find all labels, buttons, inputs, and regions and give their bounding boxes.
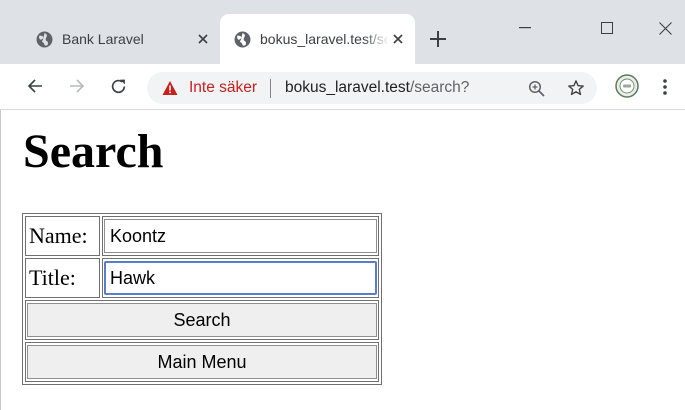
page-title: Search [23,125,164,178]
browser-titlebar: Bank Laravel bokus_laravel.test/search? [0,0,685,64]
tab-title: Bank Laravel [62,31,144,47]
search-form-table: Name: Title: Search Main Menu [22,213,382,385]
main-menu-button-cell: Main Menu [25,342,379,382]
url-host: bokus_laravel.test [285,79,410,96]
close-window-button[interactable] [648,14,682,42]
title-label: Title: [25,258,100,298]
search-button[interactable]: Search [27,303,377,337]
address-separator [270,79,271,98]
close-icon[interactable] [389,30,407,48]
security-status[interactable]: Inte säker [189,79,257,97]
forward-button[interactable] [66,75,88,97]
back-button[interactable] [24,75,46,97]
close-icon[interactable] [194,30,212,48]
name-input[interactable] [104,219,377,253]
title-row: Title: [25,258,379,298]
main-menu-button[interactable]: Main Menu [27,345,377,379]
url-text[interactable]: bokus_laravel.test/search? [285,79,469,97]
url-path: /search? [409,79,470,96]
maximize-icon [601,22,613,34]
close-icon [658,21,672,35]
zoom-icon[interactable] [528,80,545,97]
main-menu-row: Main Menu [25,342,379,382]
tab-title: bokus_laravel.test/search? [260,31,389,47]
browser-toolbar: Inte säker bokus_laravel.test/search? [0,64,685,110]
search-button-cell: Search [25,300,379,340]
name-label: Name: [25,216,100,256]
minimize-button[interactable] [508,14,542,42]
reload-icon [111,79,125,93]
tab-bank-laravel[interactable]: Bank Laravel [22,14,220,64]
extension-avatar-icon[interactable] [615,74,639,98]
minimize-icon [519,27,531,29]
kebab-menu-icon[interactable] [661,77,669,97]
arrow-right-icon [70,79,85,93]
maximize-button[interactable] [590,14,624,42]
star-icon[interactable] [567,79,585,97]
name-input-cell [102,216,379,256]
tab-bokus-search[interactable]: bokus_laravel.test/search? [220,14,415,64]
name-row: Name: [25,216,379,256]
globe-icon [234,31,251,47]
reload-button[interactable] [107,75,129,97]
search-row: Search [25,300,379,340]
globe-icon [36,31,53,47]
page-viewport: Search Name: Title: Search Main Menu [0,110,685,410]
arrow-left-icon [27,79,42,93]
new-tab-icon[interactable] [428,29,448,49]
title-input-cell [102,258,379,298]
warning-icon[interactable] [162,80,178,96]
title-input[interactable] [104,261,377,295]
address-bar[interactable]: Inte säker bokus_laravel.test/search? [147,72,597,104]
